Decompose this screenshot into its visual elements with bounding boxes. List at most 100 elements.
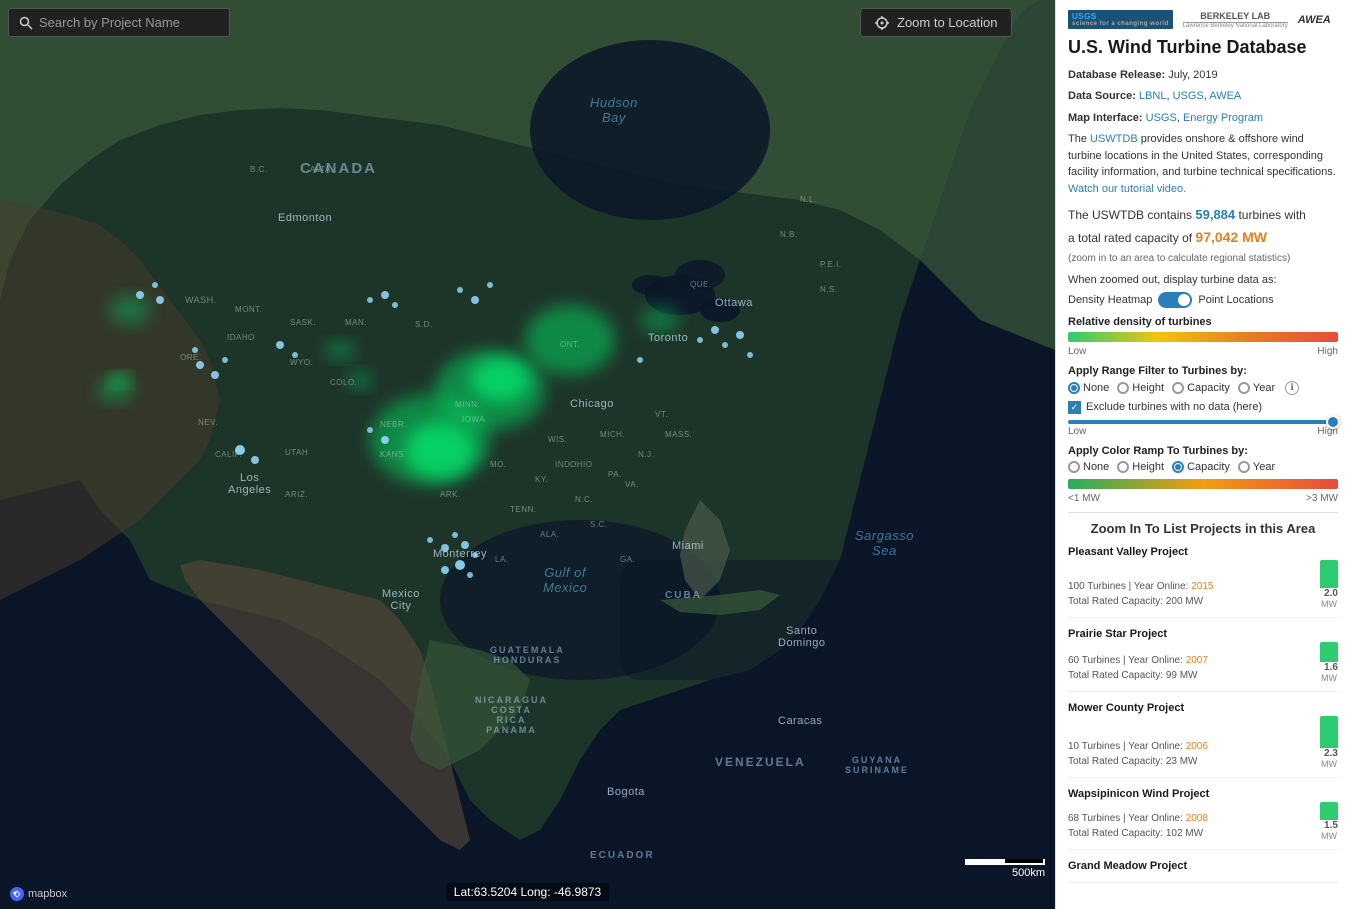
toggle-knob xyxy=(1178,294,1190,306)
color-none[interactable]: None xyxy=(1068,461,1109,473)
map-interface: Map Interface: USGS, Energy Program xyxy=(1068,110,1338,128)
range-height-radio xyxy=(1117,382,1129,394)
range-height[interactable]: Height xyxy=(1117,382,1164,394)
range-none-label: None xyxy=(1083,382,1109,394)
project-capacity: Total Rated Capacity: 23 MW xyxy=(1068,754,1208,769)
density-heatmap-label: Density Heatmap xyxy=(1068,294,1152,306)
project-item-wapsipinicon[interactable]: Wapsipinicon Wind Project 68 Turbines | … xyxy=(1068,788,1338,850)
location-icon xyxy=(875,16,889,30)
tutorial-link[interactable]: Watch our tutorial video. xyxy=(1068,183,1186,195)
scale-bar-label: 500km xyxy=(1012,867,1045,879)
sidebar: USGS science for a changing world BERKEL… xyxy=(1055,0,1350,909)
awea-link[interactable]: AWEA xyxy=(1209,90,1241,102)
density-labels: Low High xyxy=(1068,346,1338,357)
color-ramp-title: Apply Color Ramp To Turbines by: xyxy=(1068,445,1338,457)
project-turbines: 10 Turbines | Year Online: 2006 xyxy=(1068,739,1208,754)
usgs-map-link[interactable]: USGS xyxy=(1146,112,1177,124)
capacity-value: 1.6 xyxy=(1324,662,1338,673)
slider-track xyxy=(1068,420,1338,424)
checkbox-indicator xyxy=(1068,401,1081,414)
point-locations-label: Point Locations xyxy=(1198,294,1273,306)
awea-logo: AWEA xyxy=(1298,14,1331,26)
slider-fill xyxy=(1068,420,1338,424)
logos-row: USGS science for a changing world BERKEL… xyxy=(1068,10,1338,29)
exclude-checkbox[interactable]: Exclude turbines with no data (here) xyxy=(1068,401,1338,414)
color-height-radio xyxy=(1117,461,1129,473)
capacity-value: 1.5 xyxy=(1324,820,1338,831)
description: The USWTDB provides onshore & offshore w… xyxy=(1068,131,1338,197)
range-capacity-label: Capacity xyxy=(1187,382,1230,394)
energy-program-link[interactable]: Energy Program xyxy=(1183,112,1263,124)
project-capacity: Total Rated Capacity: 102 MW xyxy=(1068,826,1208,841)
capacity-bar xyxy=(1320,560,1338,588)
color-height-label: Height xyxy=(1132,461,1164,473)
project-name: Mower County Project xyxy=(1068,702,1338,714)
color-year-radio xyxy=(1238,461,1250,473)
usgs-logo-box: USGS science for a changing world xyxy=(1068,10,1173,29)
capacity-bar xyxy=(1320,716,1338,748)
range-capacity[interactable]: Capacity xyxy=(1172,382,1230,394)
project-turbines: 68 Turbines | Year Online: 2008 xyxy=(1068,811,1208,826)
search-icon xyxy=(19,16,33,30)
zoom-location-bar[interactable]: Zoom to Location xyxy=(860,8,1012,37)
project-item-grand-meadow[interactable]: Grand Meadow Project xyxy=(1068,860,1338,883)
range-year-radio xyxy=(1238,382,1250,394)
density-low: Low xyxy=(1068,346,1086,357)
turbine-capacity: 97,042 MW xyxy=(1195,229,1267,245)
color-capacity-label: Capacity xyxy=(1187,461,1230,473)
exclude-label: Exclude turbines with no data (here) xyxy=(1086,401,1262,413)
capacity-bar xyxy=(1320,642,1338,662)
usgs-link[interactable]: USGS xyxy=(1173,90,1204,102)
sidebar-title: U.S. Wind Turbine Database xyxy=(1068,37,1338,59)
zoom-projects-title: Zoom In To List Projects in this Area xyxy=(1068,521,1338,536)
search-input[interactable] xyxy=(39,15,219,30)
range-none-radio xyxy=(1068,382,1080,394)
db-release: Database Release: July, 2019 xyxy=(1068,67,1338,85)
lbnl-link[interactable]: LBNL xyxy=(1139,90,1167,102)
color-max: >3 MW xyxy=(1306,493,1338,504)
turbine-number: 59,884 xyxy=(1195,207,1235,222)
project-name: Pleasant Valley Project xyxy=(1068,546,1338,558)
scale-bar-line xyxy=(965,859,1045,865)
color-year[interactable]: Year xyxy=(1238,461,1275,473)
coordinates: Lat:63.5204 Long: -46.9873 xyxy=(446,883,609,901)
map-interface-label: Map Interface: xyxy=(1068,112,1143,124)
mapbox-logo: mapbox xyxy=(10,887,67,901)
db-release-label: Database Release: xyxy=(1068,69,1165,81)
color-capacity[interactable]: Capacity xyxy=(1172,461,1230,473)
range-info-icon[interactable]: ℹ xyxy=(1285,381,1299,395)
density-bar xyxy=(1068,332,1338,342)
project-item-mower-county[interactable]: Mower County Project 10 Turbines | Year … xyxy=(1068,702,1338,778)
slider-thumb[interactable] xyxy=(1326,415,1340,429)
mapbox-label: mapbox xyxy=(28,888,67,900)
capacity-unit: MW xyxy=(1321,673,1337,683)
capacity-unit: MW xyxy=(1321,599,1337,609)
project-item-pleasant-valley[interactable]: Pleasant Valley Project 100 Turbines | Y… xyxy=(1068,546,1338,618)
uswtdb-link[interactable]: USWTDB xyxy=(1090,133,1138,145)
capacity-value: 2.0 xyxy=(1324,588,1338,599)
range-year-label: Year xyxy=(1253,382,1275,394)
range-none[interactable]: None xyxy=(1068,382,1109,394)
color-year-label: Year xyxy=(1253,461,1275,473)
range-year[interactable]: Year xyxy=(1238,382,1275,394)
project-name: Prairie Star Project xyxy=(1068,628,1338,640)
range-slider[interactable] xyxy=(1068,420,1338,424)
map-svg xyxy=(0,0,1055,909)
turbine-count: The USWTDB contains 59,884 turbines with… xyxy=(1068,205,1338,248)
project-turbines: 100 Turbines | Year Online: 2015 xyxy=(1068,579,1214,594)
project-turbines: 60 Turbines | Year Online: 2007 xyxy=(1068,653,1208,668)
project-name: Grand Meadow Project xyxy=(1068,860,1338,872)
color-min: <1 MW xyxy=(1068,493,1100,504)
awea-logo-box: AWEA xyxy=(1298,14,1331,26)
heatmap-toggle[interactable] xyxy=(1158,292,1192,308)
usgs-logo: USGS science for a changing world xyxy=(1068,10,1173,29)
map-container[interactable]: Zoom to Location CANADA HudsonBay Edmont… xyxy=(0,0,1055,909)
capacity-bar xyxy=(1320,802,1338,820)
project-item-prairie-star[interactable]: Prairie Star Project 60 Turbines | Year … xyxy=(1068,628,1338,692)
color-height[interactable]: Height xyxy=(1117,461,1164,473)
data-source: Data Source: LBNL, USGS, AWEA xyxy=(1068,88,1338,106)
search-bar[interactable] xyxy=(8,8,230,37)
range-capacity-radio xyxy=(1172,382,1184,394)
color-none-label: None xyxy=(1083,461,1109,473)
density-section-title: Relative density of turbines xyxy=(1068,316,1338,328)
